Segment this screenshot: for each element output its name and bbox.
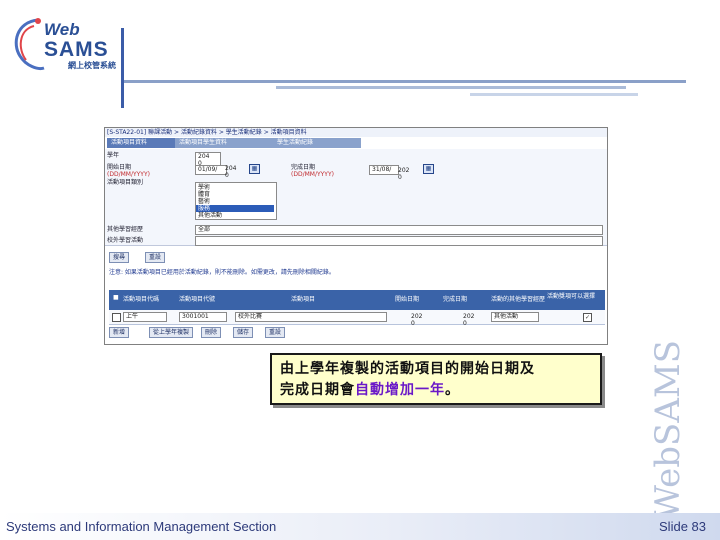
decorative-vertical-line <box>121 28 124 108</box>
start-calendar-icon[interactable]: ▦ <box>249 164 260 174</box>
callout-line-1: 由上學年複製的活動項目的開始日期及 <box>280 361 535 377</box>
end-date-format: (DD/MM/YYYY) <box>291 171 334 178</box>
slide-number: Slide 83 <box>659 519 706 534</box>
logo-swoosh-icon <box>14 18 45 70</box>
copy-from-last-year-button[interactable]: 從上學年複製 <box>149 327 194 338</box>
logo-sams-text: SAMS <box>44 38 109 61</box>
end-calendar-icon[interactable]: ▦ <box>423 164 434 174</box>
column-header: 活動獎項 <box>547 293 572 300</box>
callout-note: 由上學年複製的活動項目的開始日期及 完成日期會自動增加一年。 <box>270 353 602 405</box>
category-listbox[interactable]: 學術 體育 藝術 服務 其他活動 <box>195 182 277 220</box>
tab-student-records[interactable]: 學生活動紀錄 <box>273 138 361 148</box>
category-label: 活動項目類別 <box>107 179 144 186</box>
info-note: 注意: 如果活動項目已經用於活動紀錄，則不能刪除。如需更改，請先刪除相關紀錄。 <box>109 269 335 276</box>
action-bar: 新增 從上學年複製 刪除 儲存 重設 <box>109 327 605 339</box>
column-header: 活動項目代號 <box>179 296 216 303</box>
table-row[interactable]: 上午 3001001 校外比賽 202 0 202 0 其他活動 ✓ <box>109 310 605 327</box>
logo-web-text: Web <box>44 20 80 39</box>
column-header: 完成日期 <box>443 296 468 303</box>
list-item[interactable]: 其他活動 <box>198 212 222 219</box>
ole-label: 其他學習經歷 <box>107 226 144 233</box>
school-activity-input[interactable] <box>195 236 603 246</box>
tab-activity-students[interactable]: 活動項目學生資料 <box>175 138 277 148</box>
start-date-format: (DD/MM/YYYY) <box>107 171 150 178</box>
websams-screen: [S-STA22-01] 聯課活動 > 活動紀錄資料 > 學生活動紀錄 > 活動… <box>104 127 608 345</box>
row-end-date: 202 0 <box>463 313 475 327</box>
column-header: 活動項目 <box>291 296 316 303</box>
year-label: 學年 <box>107 152 120 159</box>
websams-logo: Web SAMS 網上校管系統 <box>8 16 120 78</box>
callout-line-2: 完成日期會自動增加一年。 <box>280 380 592 401</box>
callout-highlight: 自動增加一年 <box>355 382 445 398</box>
start-date-input[interactable]: 01/09/ <box>195 165 227 175</box>
start-date-year: 204 0 <box>225 165 237 179</box>
column-header: 可以選擇 <box>571 293 596 300</box>
column-header: 活動項目代碼 <box>123 296 160 303</box>
row-id-field[interactable]: 3001001 <box>179 312 227 322</box>
save-button[interactable]: 儲存 <box>233 327 254 338</box>
websams-watermark: WebSAMS <box>648 339 688 520</box>
callout-text: 完成日期會 <box>280 382 355 398</box>
footer-section-name: Systems and Information Management Secti… <box>6 519 277 534</box>
column-header: 開始日期 <box>395 296 420 303</box>
list-item[interactable]: 體育 <box>198 191 210 198</box>
delete-button[interactable]: 刪除 <box>201 327 222 338</box>
column-header: 活動的其他學習經歷 <box>491 296 546 303</box>
row-checkbox[interactable] <box>112 313 121 322</box>
table-header: ■ 活動項目代碼 活動項目代號 活動項目 開始日期 完成日期 活動的其他學習經歷… <box>109 290 605 310</box>
decorative-line <box>470 93 638 96</box>
reset-bottom-button[interactable]: 重設 <box>265 327 286 338</box>
row-name-field[interactable]: 校外比賽 <box>235 312 387 322</box>
row-start-date: 202 0 <box>411 313 423 327</box>
end-date-input[interactable]: 31/08/ <box>369 165 399 175</box>
tab-activity-items[interactable]: 活動項目資料 <box>107 138 179 148</box>
school-activity-label: 校外學習活動 <box>107 237 144 244</box>
search-button[interactable]: 搜尋 <box>109 252 130 263</box>
end-date-year: 202 0 <box>398 167 410 181</box>
ole-select[interactable]: 全部 <box>195 225 603 235</box>
callout-period: 。 <box>445 382 460 398</box>
decorative-line <box>276 86 626 89</box>
row-ole-field[interactable]: 其他活動 <box>491 312 539 322</box>
logo-subtitle: 網上校管系統 <box>68 61 116 70</box>
decorative-line <box>124 80 686 83</box>
add-button[interactable]: 新增 <box>109 327 130 338</box>
footer-bar: Systems and Information Management Secti… <box>0 513 720 540</box>
breadcrumb: [S-STA22-01] 聯課活動 > 活動紀錄資料 > 學生活動紀錄 > 活動… <box>105 128 607 137</box>
reset-button[interactable]: 重設 <box>145 252 166 263</box>
list-item[interactable]: 學術 <box>198 184 210 191</box>
list-item-selected[interactable]: 服務 <box>196 205 274 212</box>
select-all-checkbox[interactable]: ■ <box>113 294 119 301</box>
row-code-field[interactable]: 上午 <box>123 312 167 322</box>
row-award-checkbox[interactable]: ✓ <box>583 313 592 322</box>
list-item[interactable]: 藝術 <box>198 198 210 205</box>
